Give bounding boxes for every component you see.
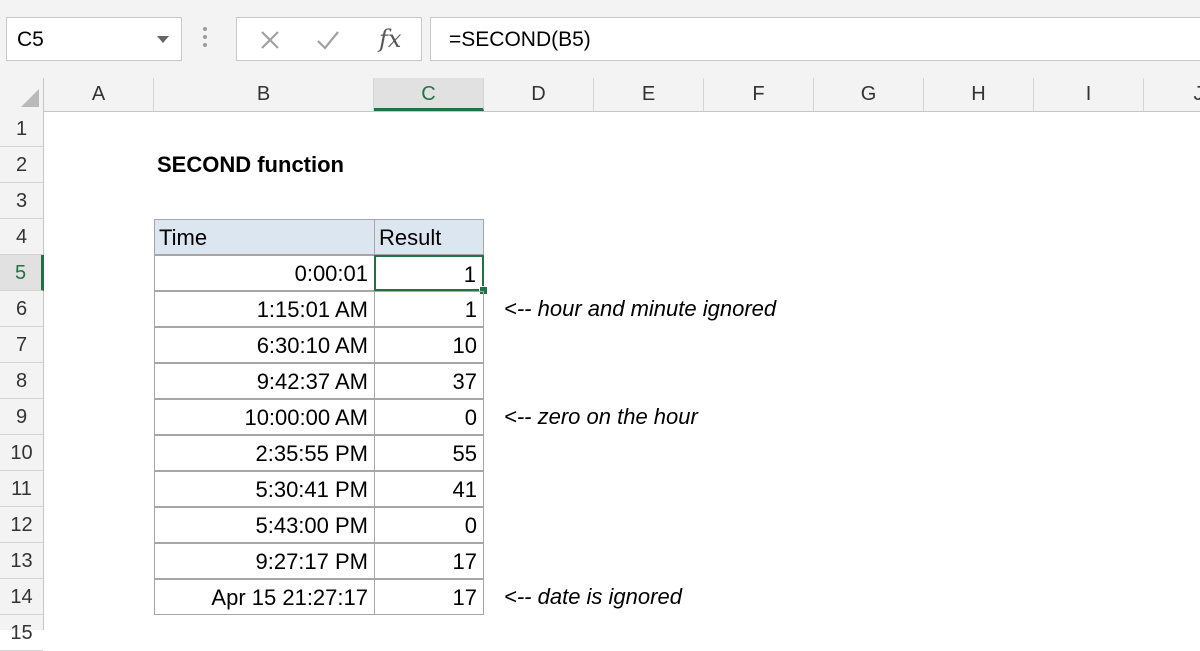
name-box-value: C5 [17,28,44,52]
column-header-c[interactable]: C [374,78,484,111]
worksheet-grid[interactable]: SECOND function TimeResult0:00:0111:15:0… [44,111,1200,630]
formula-text: =SECOND(B5) [449,28,591,52]
column-header-b[interactable]: B [154,78,374,111]
row-header-4[interactable]: 4 [0,219,43,255]
column-headers: ABCDEFGHIJ [0,78,1200,112]
result-cell[interactable]: 17 [374,579,484,615]
formula-buttons: fx [236,17,422,61]
result-cell[interactable]: 37 [374,363,484,399]
row-header-8[interactable]: 8 [0,363,43,399]
sheet-title[interactable]: SECOND function [157,147,344,183]
row-header-9[interactable]: 9 [0,399,43,435]
column-header-g[interactable]: G [814,78,924,111]
table-header-result[interactable]: Result [374,219,484,255]
time-cell[interactable]: Apr 15 21:27:17 [154,579,375,615]
drag-handle-icon[interactable] [201,27,209,51]
row-header-11[interactable]: 11 [0,471,43,507]
result-cell[interactable]: 0 [374,399,484,435]
result-cell[interactable]: 10 [374,327,484,363]
row-header-13[interactable]: 13 [0,543,43,579]
select-all-icon [21,89,39,107]
column-header-e[interactable]: E [594,78,704,111]
select-all-button[interactable] [0,78,44,111]
time-cell[interactable]: 5:30:41 PM [154,471,375,507]
row-header-2[interactable]: 2 [0,147,43,183]
insert-function-icon[interactable]: fx [379,25,401,53]
column-header-j[interactable]: J [1144,78,1200,111]
column-header-h[interactable]: H [924,78,1034,111]
annotation-note[interactable]: <-- date is ignored [504,579,682,615]
time-cell[interactable]: 5:43:00 PM [154,507,375,543]
annotation-note[interactable]: <-- hour and minute ignored [504,291,776,327]
result-cell[interactable]: 1 [374,291,484,327]
annotation-note[interactable]: <-- zero on the hour [504,399,698,435]
time-cell[interactable]: 9:27:17 PM [154,543,375,579]
cancel-icon[interactable] [257,27,283,53]
active-result-cell[interactable]: 1 [374,255,484,291]
result-cell[interactable]: 55 [374,435,484,471]
time-cell[interactable]: 2:35:55 PM [154,435,375,471]
row-header-12[interactable]: 12 [0,507,43,543]
table-header-time[interactable]: Time [154,219,375,255]
column-header-a[interactable]: A [44,78,154,111]
time-cell[interactable]: 6:30:10 AM [154,327,375,363]
column-header-i[interactable]: I [1034,78,1144,111]
row-headers: 123456789101112131415 [0,111,44,630]
row-header-14[interactable]: 14 [0,579,43,615]
column-header-d[interactable]: D [484,78,594,111]
time-cell[interactable]: 10:00:00 AM [154,399,375,435]
formula-bar: C5 fx =SECOND(B5) [0,0,1200,79]
result-cell[interactable]: 17 [374,543,484,579]
row-header-15[interactable]: 15 [0,615,43,651]
name-box[interactable]: C5 [6,17,182,61]
row-header-5[interactable]: 5 [0,255,44,291]
time-cell[interactable]: 9:42:37 AM [154,363,375,399]
row-header-6[interactable]: 6 [0,291,43,327]
row-header-7[interactable]: 7 [0,327,43,363]
result-cell[interactable]: 0 [374,507,484,543]
result-cell[interactable]: 41 [374,471,484,507]
enter-check-icon[interactable] [315,27,341,53]
row-header-3[interactable]: 3 [0,183,43,219]
time-cell[interactable]: 1:15:01 AM [154,291,375,327]
column-header-f[interactable]: F [704,78,814,111]
formula-input[interactable]: =SECOND(B5) [430,17,1200,61]
row-header-10[interactable]: 10 [0,435,43,471]
dropdown-arrow-icon[interactable] [157,36,169,43]
time-cell[interactable]: 0:00:01 [154,255,375,291]
row-header-1[interactable]: 1 [0,111,43,147]
